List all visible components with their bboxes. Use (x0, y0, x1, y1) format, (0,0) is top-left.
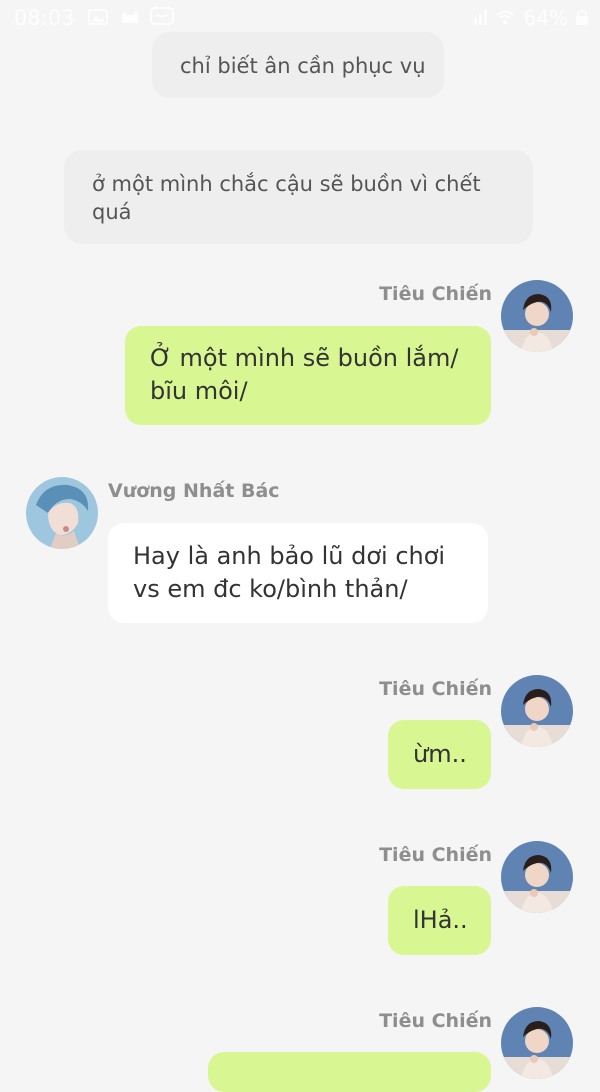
message-bubble-sent[interactable] (208, 1052, 491, 1092)
message-bubble-sent[interactable]: Ở một mình sẽ buồn lắm/ bĩu môi/ (125, 326, 491, 425)
message-text: Hay là anh bảo lũ dơi chơi vs em đc ko/b… (133, 542, 446, 603)
sender-name: Tiêu Chiến (379, 283, 492, 305)
narration-text: ở một mình chắc cậu sẽ buồn vì chết quá (92, 172, 481, 224)
message-bubble-received[interactable]: Hay là anh bảo lũ dơi chơi vs em đc ko/b… (108, 523, 488, 623)
message-bubble-sent[interactable]: ừm.. (388, 720, 491, 789)
wifi-icon (496, 10, 514, 24)
sender-name: Vương Nhất Bác (108, 480, 280, 502)
message-text: lHả.. (413, 906, 468, 934)
narration-text: chỉ biết ân cần phục vụ (180, 54, 426, 78)
message-bubble-sent[interactable]: lHả.. (388, 886, 491, 955)
avatar-tieu-chien[interactable] (501, 280, 573, 352)
narration-message: chỉ biết ân cần phục vụ (152, 32, 444, 98)
avatar-tieu-chien[interactable] (501, 675, 573, 747)
signal-icon (474, 10, 487, 25)
message-text: Ở một mình sẽ buồn lắm/ bĩu môi/ (150, 344, 459, 405)
avatar-vuong-nhat-bac[interactable] (26, 477, 98, 549)
message-icon (150, 7, 174, 25)
sender-name: Tiêu Chiến (379, 844, 492, 866)
avatar-tieu-chien[interactable] (501, 1007, 573, 1079)
lock-icon (576, 10, 588, 25)
narration-message: ở một mình chắc cậu sẽ buồn vì chết quá (64, 150, 533, 244)
sender-name: Tiêu Chiến (379, 678, 492, 700)
battery-level: 64% (523, 6, 568, 30)
sender-name: Tiêu Chiến (379, 1010, 492, 1032)
cat-icon (122, 11, 138, 23)
status-time: 08:03 (14, 6, 75, 30)
avatar-tieu-chien[interactable] (501, 841, 573, 913)
image-icon (88, 9, 108, 25)
message-text: ừm.. (413, 740, 467, 768)
